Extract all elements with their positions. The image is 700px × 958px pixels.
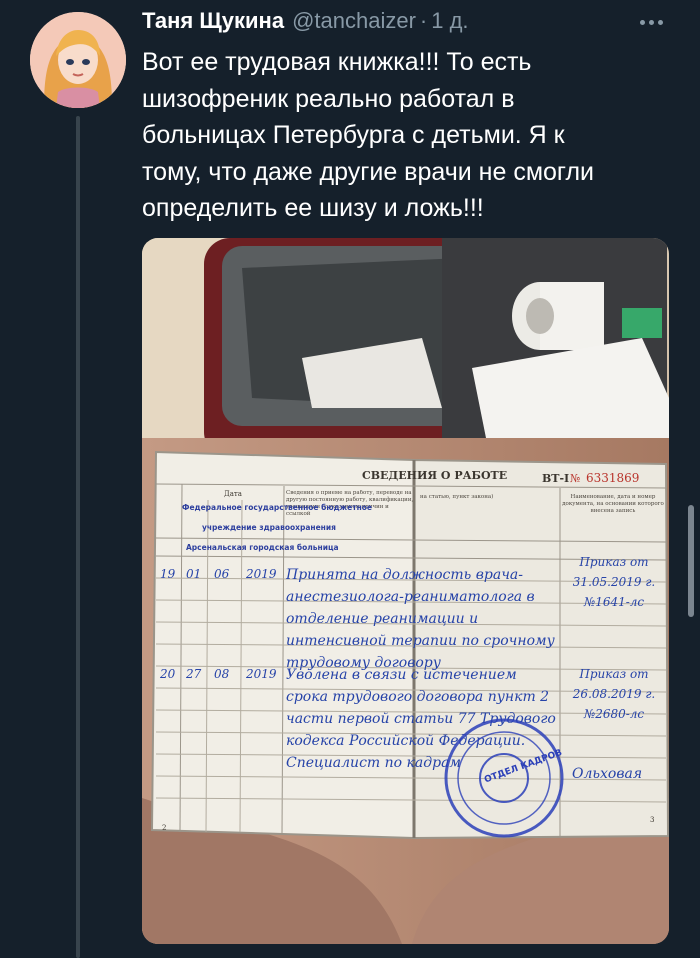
header-separator: · [419,8,428,33]
scrollbar-thumb[interactable] [688,505,694,617]
more-dot [648,19,654,25]
row-1-year: 2019 [245,567,277,581]
author-handle[interactable]: @tanchaizer [292,8,416,34]
tweet-text-line: больницах Петербурга с детьми. Я к [142,121,565,149]
author-name[interactable]: Таня Щукина [142,8,284,34]
more-dot [657,19,663,25]
tweet-text: Вот ее трудовая книжка!!! То есть шизофр… [142,44,682,227]
organization-line-1: Федеральное государственное бюджетное [182,503,372,512]
info-column-header-right: на статью, пункт закона) [420,494,494,500]
form-code: ВТ-I [542,472,569,485]
row-1-entry-text: Принята на должность врача-анестезиолога… [286,567,555,671]
row-1-document: Приказ от 31.05.2019 г. №1641-лс [572,555,656,609]
row-2-day: 27 [185,667,202,681]
work-record-book-photo: СВЕДЕНИЯ О РАБОТЕ ВТ-I № 6331869 Дата Св… [142,238,669,944]
tweet-text-line: Вот ее трудовая книжка!!! То есть [142,48,532,76]
number-sign: № [570,472,580,485]
signature: Ольховая [572,766,642,782]
thread-connector-line [76,116,80,958]
tweet-text-line: тому, что даже другие врачи не смогли [142,157,595,186]
attached-photo[interactable]: СВЕДЕНИЯ О РАБОТЕ ВТ-I № 6331869 Дата Св… [142,238,669,944]
page-heading: СВЕДЕНИЯ О РАБОТЕ [362,469,507,482]
organization-line-2: учреждение здравоохранения [202,523,336,532]
more-options-icon[interactable] [636,10,666,34]
row-2-document: Приказ от 26.08.2019 г. №2680-лс [572,667,656,721]
tweet-header: Таня Щукина @tanchaizer · 1 д. [142,8,469,38]
left-page-number: 2 [162,824,166,832]
avatar-image [30,12,126,108]
row-2-year: 2019 [245,667,277,681]
more-dot [639,19,645,25]
tweet-text-line: шизофреник реально работал в [142,84,515,113]
organization-line-3: Арсенальская городская больница [186,543,339,552]
serial-number: 6331869 [586,471,639,485]
date-column-header: Дата [224,490,242,498]
row-1-month: 06 [214,567,230,581]
avatar[interactable] [30,12,126,108]
row-1-number: 19 [160,567,176,581]
tweet-text-line: определить ее шизу и ложь!!! [142,194,484,222]
right-page-number: 3 [650,816,654,824]
row-2-month: 08 [214,667,230,681]
tweet[interactable]: Таня Щукина @tanchaizer · 1 д. Вот ее тр… [0,0,700,958]
tweet-timestamp[interactable]: 1 д. [431,8,468,34]
row-2-number: 20 [159,667,176,681]
document-column-header: Наименование, дата и номер документа, на… [562,494,664,514]
row-1-day: 01 [186,567,201,581]
